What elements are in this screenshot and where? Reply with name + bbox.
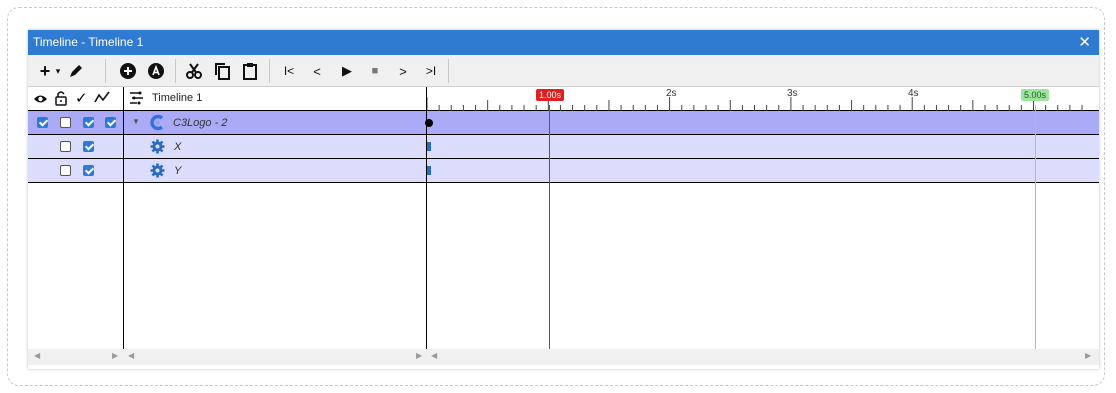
stop-icon[interactable]: ■	[366, 61, 384, 81]
timeline-header: ✓ Timeline 1 2s 3s 4s 1.00s 5.00s	[28, 87, 1099, 111]
play-icon[interactable]: ▶	[338, 61, 356, 81]
lock-checkbox[interactable]	[60, 141, 71, 152]
scroll-right-icon[interactable]: ▶	[1085, 351, 1091, 360]
lock-checkbox[interactable]	[60, 117, 71, 128]
scroll-left-icon[interactable]: ◀	[128, 351, 134, 360]
c3-logo-icon	[149, 114, 166, 136]
cut-icon[interactable]	[184, 61, 204, 81]
ruler-label-3s: 3s	[787, 88, 798, 99]
time-ruler[interactable]	[427, 87, 1099, 111]
paste-icon[interactable]	[240, 61, 260, 81]
copy-icon[interactable]	[212, 61, 232, 81]
go-to-start-icon[interactable]: I<	[280, 61, 298, 81]
scroll-left-icon[interactable]: ◀	[431, 351, 437, 360]
track-row-y[interactable]: Y	[28, 159, 1099, 183]
add-keyframe-icon[interactable]	[118, 61, 138, 81]
add-icon[interactable]: +	[38, 61, 52, 81]
track-name: C3Logo - 2	[173, 117, 228, 129]
enabled-checkbox[interactable]	[83, 117, 94, 128]
add-dropdown-icon[interactable]: ▾	[53, 61, 63, 81]
gear-icon	[150, 163, 165, 183]
track-name: X	[174, 141, 182, 153]
visible-checkbox[interactable]	[37, 117, 48, 128]
toolbar-separator	[175, 59, 176, 83]
track-name: Y	[174, 165, 182, 177]
next-frame-icon[interactable]: >	[394, 61, 412, 81]
graph-icon[interactable]	[94, 90, 111, 109]
timeline-panel: Timeline - Timeline 1 ✕ + ▾ I< < ▶ ■ > >…	[28, 30, 1099, 369]
graph-checkbox[interactable]	[105, 117, 116, 128]
column-divider[interactable]	[123, 87, 124, 349]
scroll-right-icon[interactable]: ▶	[112, 351, 118, 360]
ruler-label-2s: 2s	[666, 88, 677, 99]
pencil-icon[interactable]	[66, 61, 86, 81]
ruler-label-4s: 4s	[908, 88, 919, 99]
enabled-checkbox[interactable]	[83, 165, 94, 176]
track-row-x[interactable]: X	[28, 135, 1099, 159]
add-property-icon[interactable]	[146, 61, 166, 81]
toolbar-separator	[269, 59, 270, 83]
timeline-icon	[129, 91, 144, 111]
end-line[interactable]	[1035, 105, 1036, 349]
toolbar-separator	[448, 59, 449, 83]
toolbar: + ▾ I< < ▶ ■ > >I	[28, 55, 1099, 87]
lock-icon[interactable]	[55, 90, 67, 111]
horizontal-scrollbar[interactable]: ◀ ▶ ◀ ▶ ◀ ▶	[28, 349, 1099, 365]
title-bar: Timeline - Timeline 1 ✕	[28, 30, 1099, 55]
toolbar-separator	[105, 59, 106, 83]
go-to-end-icon[interactable]: >I	[422, 61, 440, 81]
column-divider[interactable]	[426, 87, 427, 349]
close-icon[interactable]: ✕	[1078, 33, 1091, 51]
enabled-checkbox[interactable]	[83, 141, 94, 152]
track-row-c3logo[interactable]: ▼ C3Logo - 2	[28, 111, 1099, 135]
end-marker[interactable]: 5.00s	[1021, 89, 1050, 101]
lock-checkbox[interactable]	[60, 165, 71, 176]
playhead-marker[interactable]: 1.00s	[536, 89, 565, 101]
eye-icon[interactable]	[33, 92, 48, 110]
timeline-name: Timeline 1	[152, 92, 203, 104]
previous-frame-icon[interactable]: <	[308, 61, 326, 81]
window-title: Timeline - Timeline 1	[33, 35, 144, 49]
scroll-left-icon[interactable]: ◀	[34, 351, 40, 360]
check-icon[interactable]: ✓	[75, 89, 88, 107]
collapse-arrow-icon[interactable]: ▼	[132, 117, 140, 126]
playhead-line[interactable]	[549, 105, 550, 349]
scroll-right-icon[interactable]: ▶	[416, 351, 422, 360]
gear-icon	[150, 139, 165, 159]
